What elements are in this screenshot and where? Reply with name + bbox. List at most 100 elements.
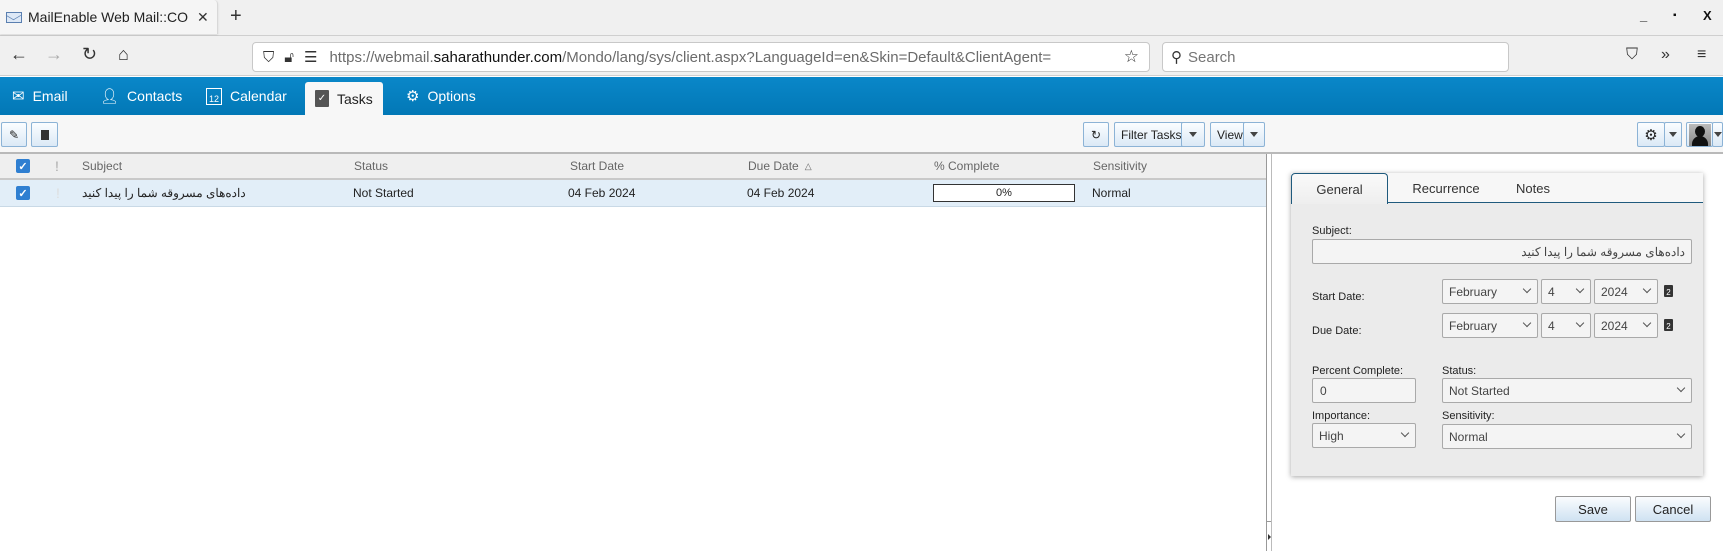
menu-icon[interactable]: ≡	[1697, 46, 1706, 64]
table-row[interactable]: ✓ ! داده‌های مسروقه شما را پیدا کنید Not…	[0, 180, 1266, 207]
lock-warning-icon[interactable]: 🔓︎	[284, 49, 294, 66]
column-start-date[interactable]: Start Date	[570, 154, 624, 178]
reader-icon[interactable]: ☰	[304, 48, 317, 66]
bookmark-star-icon[interactable]: ☆	[1124, 47, 1139, 67]
back-icon[interactable]: ←	[10, 44, 28, 65]
chevron-down-icon	[1400, 428, 1410, 438]
chevron-down-icon	[1642, 284, 1652, 294]
importance-select[interactable]: High	[1312, 423, 1416, 448]
due-year-value: 2024	[1601, 318, 1628, 333]
due-year-select[interactable]: 2024	[1594, 313, 1658, 338]
save-button[interactable]: Save	[1555, 496, 1631, 522]
calendar-picker-icon[interactable]: 2	[1664, 319, 1673, 331]
filter-tasks-dropdown[interactable]	[1181, 122, 1205, 147]
forward-icon[interactable]: →	[45, 44, 63, 65]
percent-complete-input[interactable]: 0	[1312, 378, 1416, 403]
row-subject: داده‌های مسروقه شما را پیدا کنید	[82, 186, 246, 200]
column-sensitivity[interactable]: Sensitivity	[1093, 154, 1147, 178]
nav-options-label: Options	[427, 88, 476, 104]
row-start-date: 04 Feb 2024	[568, 186, 636, 200]
pocket-icon[interactable]: ⛉	[1626, 46, 1638, 64]
start-month-select[interactable]: February	[1442, 279, 1538, 304]
settings-button[interactable]: ⚙	[1637, 122, 1665, 147]
minimize-icon[interactable]: _	[1640, 8, 1647, 23]
close-window-icon[interactable]: X	[1703, 8, 1712, 23]
calendar-picker-icon[interactable]: 2	[1664, 285, 1673, 297]
nav-options[interactable]: ⚙ Options	[396, 77, 486, 115]
column-due-date[interactable]: Due Date △	[748, 154, 812, 178]
start-day-select[interactable]: 4	[1541, 279, 1591, 304]
chevron-down-icon	[1575, 318, 1585, 328]
tab-general[interactable]: General	[1291, 173, 1388, 204]
nav-contacts-label: Contacts	[127, 88, 183, 104]
row-checkbox[interactable]: ✓	[16, 180, 30, 206]
tab-recurrence[interactable]: Recurrence	[1396, 173, 1496, 203]
due-month-select[interactable]: February	[1442, 313, 1538, 338]
column-due-date-label: Due Date	[748, 159, 799, 173]
importance-value: High	[1319, 428, 1344, 443]
nav-email[interactable]: ✉ Email	[2, 77, 78, 115]
pencil-icon: ✎	[8, 127, 20, 142]
home-icon[interactable]: ⌂	[118, 44, 129, 65]
overflow-chevrons-icon[interactable]: »	[1661, 46, 1670, 64]
url-text[interactable]: https://webmail.saharathunder.com/Mondo/…	[329, 49, 1051, 66]
subject-input[interactable]: داده‌های مسروقه شما را پیدا کنید	[1312, 239, 1692, 264]
plus-icon[interactable]: +	[230, 5, 242, 28]
reload-icon[interactable]: ↻	[82, 44, 97, 65]
refresh-button[interactable]: ↻	[1083, 122, 1109, 147]
delete-button[interactable]	[31, 122, 58, 147]
settings-dropdown[interactable]	[1664, 122, 1682, 147]
sensitivity-select[interactable]: Normal	[1442, 424, 1692, 449]
column-percent-complete-label: % Complete	[934, 159, 1000, 173]
chevron-down-icon	[1642, 318, 1652, 328]
column-subject[interactable]: Subject	[82, 154, 122, 178]
splitter-grip-icon[interactable]	[1267, 521, 1271, 551]
select-all-checkbox[interactable]: ✓	[16, 154, 30, 178]
cancel-button[interactable]: Cancel	[1635, 496, 1711, 522]
start-month-value: February	[1449, 284, 1498, 299]
due-date-label: Due Date:	[1312, 325, 1362, 337]
status-select[interactable]: Not Started	[1442, 378, 1692, 403]
nav-calendar[interactable]: 12 Calendar	[196, 77, 297, 115]
chevron-down-icon	[1575, 284, 1585, 294]
nav-contacts[interactable]: 👤︎ Contacts	[90, 77, 192, 115]
column-subject-label: Subject	[82, 159, 123, 173]
chevron-down-icon	[1522, 284, 1532, 294]
due-month-value: February	[1449, 318, 1498, 333]
caret-down-icon	[1250, 132, 1258, 137]
start-year-value: 2024	[1601, 284, 1628, 299]
shield-icon[interactable]: ⛉	[263, 49, 274, 66]
row-percent-complete: 0%	[933, 180, 1075, 206]
view-dropdown[interactable]	[1243, 122, 1265, 147]
browser-search-input[interactable]	[1188, 48, 1387, 66]
close-tab-icon[interactable]: ✕	[197, 9, 209, 26]
percent-complete-label: Percent Complete:	[1312, 365, 1404, 377]
browser-search[interactable]: ⚲	[1162, 42, 1509, 72]
task-form: General Recurrence Notes Subject: داده‌ه…	[1291, 173, 1703, 476]
tab-notes[interactable]: Notes	[1503, 173, 1563, 203]
maximize-icon[interactable]: ▪	[1673, 10, 1677, 21]
row-status: Not Started	[353, 186, 414, 200]
nav-email-label: Email	[32, 88, 68, 104]
tab-notes-label: Notes	[1516, 180, 1550, 196]
browser-tab[interactable]: MailEnable Web Mail::CO ✕	[0, 0, 218, 34]
chevron-down-icon	[1676, 429, 1686, 439]
edit-button[interactable]: ✎	[1, 122, 27, 147]
due-day-select[interactable]: 4	[1541, 313, 1591, 338]
nav-tasks[interactable]: ✓ Tasks	[305, 82, 383, 115]
caret-down-icon	[1189, 132, 1197, 137]
person-icon: 👤︎	[100, 88, 120, 105]
refresh-icon: ↻	[1090, 127, 1102, 142]
start-year-select[interactable]: 2024	[1594, 279, 1658, 304]
envelope-icon: ✉	[12, 88, 25, 105]
column-percent-complete[interactable]: % Complete	[934, 154, 999, 178]
filter-tasks-label: Filter Tasks	[1121, 127, 1182, 142]
column-status[interactable]: Status	[354, 154, 388, 178]
envelope-icon	[6, 11, 22, 23]
column-importance[interactable]: !	[55, 154, 59, 178]
user-button[interactable]	[1686, 122, 1713, 147]
user-silhouette-icon	[1688, 123, 1711, 146]
url-bar[interactable]: ⛉ 🔓︎ ☰ https://webmail.saharathunder.com…	[252, 42, 1150, 72]
user-dropdown[interactable]	[1712, 122, 1723, 147]
gear-icon: ⚙	[1644, 126, 1658, 144]
